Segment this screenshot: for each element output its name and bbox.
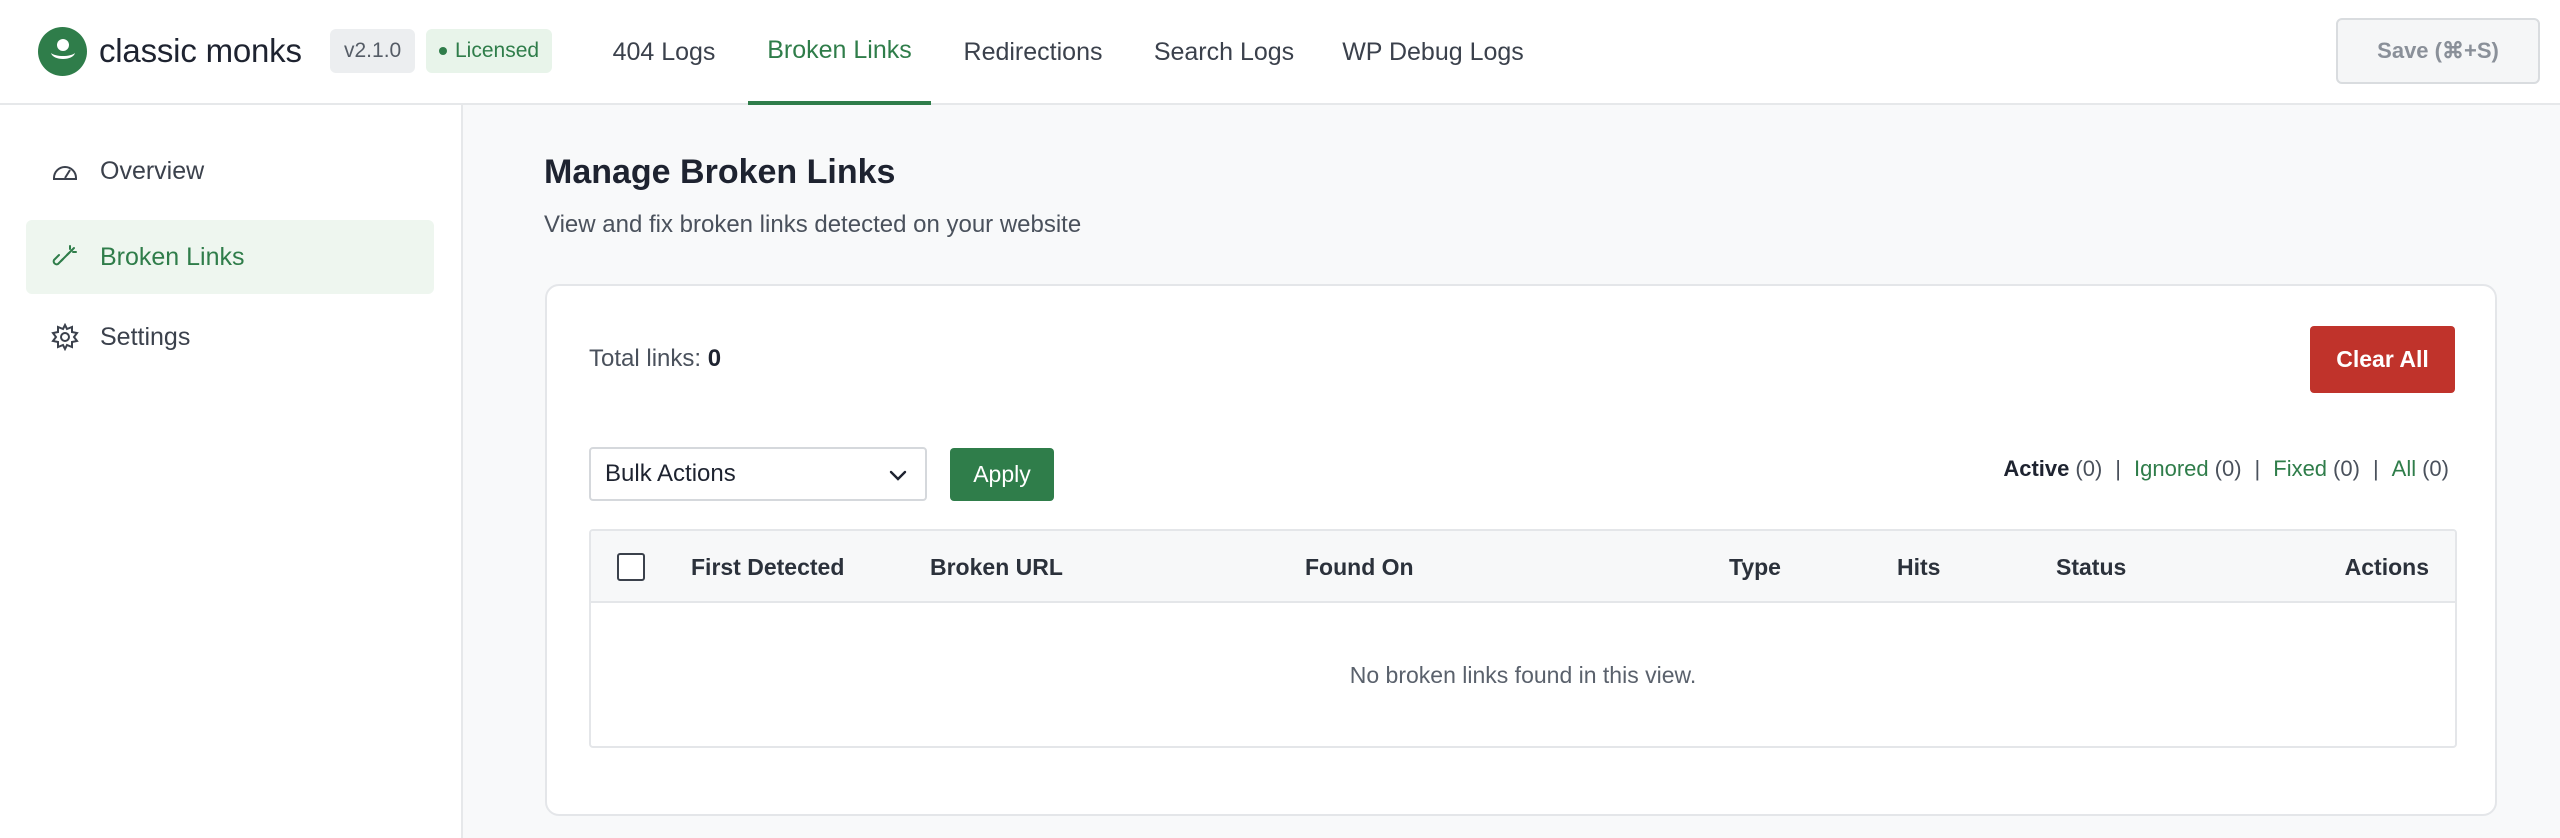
filter-all-count: (0) xyxy=(2422,456,2449,481)
sidebar: Overview Broken Links Settings xyxy=(0,105,463,838)
sidebar-item-settings[interactable]: Settings xyxy=(26,300,434,374)
broken-links-card: Total links: 0 Clear All Bulk Actions Ap… xyxy=(545,284,2497,816)
filter-separator: | xyxy=(2115,456,2122,481)
license-badge: Licensed xyxy=(426,29,553,73)
status-dot-icon xyxy=(439,47,447,55)
empty-state-message: No broken links found in this view. xyxy=(1349,662,1697,688)
filter-active-count: (0) xyxy=(2075,456,2103,481)
column-hits[interactable]: Hits xyxy=(1897,531,1940,603)
brand-logo[interactable]: classic monks xyxy=(38,26,302,76)
filter-separator: | xyxy=(2254,456,2261,481)
gauge-icon xyxy=(50,156,80,186)
brand-name: classic monks xyxy=(99,32,302,69)
status-filters: Active (0) | Ignored (0) | Fixed (0) | A… xyxy=(2003,456,2449,482)
filter-fixed-count: (0) xyxy=(2333,456,2360,481)
tab-404-logs[interactable]: 404 Logs xyxy=(604,0,724,105)
broken-links-table: First Detected Broken URL Found On Type … xyxy=(589,529,2457,748)
total-links-value: 0 xyxy=(707,345,722,372)
chevron-down-icon xyxy=(887,464,909,493)
column-broken-url[interactable]: Broken URL xyxy=(930,531,1063,603)
top-bar: classic monks v2.1.0 Licensed 404 Logs B… xyxy=(0,0,2560,105)
filter-ignored-count: (0) xyxy=(2214,456,2242,481)
monk-logo-icon xyxy=(38,26,87,76)
filter-separator: | xyxy=(2372,456,2379,481)
clear-all-button[interactable]: Clear All xyxy=(2310,326,2455,393)
bulk-actions-select[interactable]: Bulk Actions xyxy=(589,447,927,501)
sidebar-item-label: Broken Links xyxy=(100,242,245,271)
select-all-checkbox[interactable] xyxy=(617,553,645,581)
tab-redirections[interactable]: Redirections xyxy=(956,0,1110,105)
sidebar-item-overview[interactable]: Overview xyxy=(26,134,434,208)
total-links-label: Total links: xyxy=(589,345,702,372)
gear-icon xyxy=(50,322,80,352)
column-status[interactable]: Status xyxy=(2056,531,2126,603)
bulk-actions-value: Bulk Actions xyxy=(605,460,736,487)
page-title: Manage Broken Links xyxy=(544,153,896,191)
filter-fixed[interactable]: Fixed xyxy=(2273,456,2327,482)
sidebar-item-broken-links[interactable]: Broken Links xyxy=(26,220,434,294)
page-subtitle: View and fix broken links detected on yo… xyxy=(544,211,1082,238)
total-links: Total links: 0 xyxy=(589,345,721,373)
filter-active[interactable]: Active xyxy=(2003,456,2069,482)
table-header: First Detected Broken URL Found On Type … xyxy=(591,531,2455,603)
column-found-on[interactable]: Found On xyxy=(1305,531,1414,603)
column-type[interactable]: Type xyxy=(1729,531,1781,603)
column-first-detected[interactable]: First Detected xyxy=(691,531,844,603)
filter-all[interactable]: All xyxy=(2392,456,2416,482)
tab-wp-debug-logs[interactable]: WP Debug Logs xyxy=(1340,0,1526,105)
filter-ignored[interactable]: Ignored xyxy=(2134,456,2209,482)
broken-link-icon xyxy=(50,242,80,272)
tab-search-logs[interactable]: Search Logs xyxy=(1148,0,1300,105)
license-label: Licensed xyxy=(455,39,540,62)
sidebar-item-label: Overview xyxy=(100,156,205,185)
apply-button[interactable]: Apply xyxy=(950,448,1054,501)
column-actions: Actions xyxy=(2344,553,2429,580)
version-badge: v2.1.0 xyxy=(330,29,416,73)
save-button[interactable]: Save (⌘+S) xyxy=(2336,18,2540,84)
tab-broken-links[interactable]: Broken Links xyxy=(748,0,931,105)
sidebar-item-label: Settings xyxy=(100,322,191,351)
